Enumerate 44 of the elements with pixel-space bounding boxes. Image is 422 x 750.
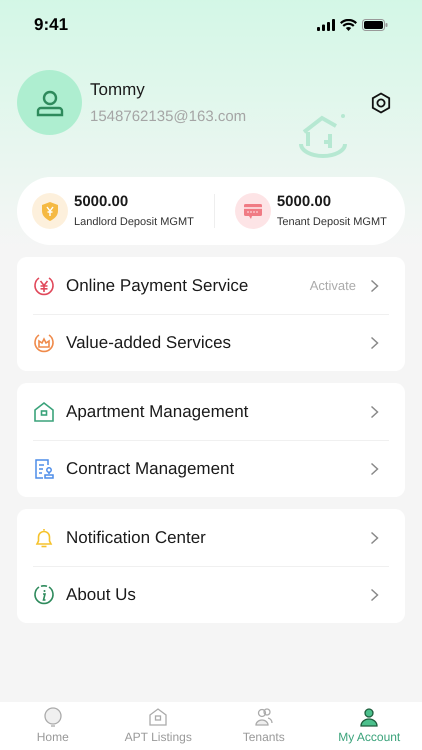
bell-icon — [33, 526, 55, 548]
menu-label: Contract Management — [66, 458, 236, 480]
shield-icon — [32, 193, 68, 229]
chevron-right-icon — [370, 588, 379, 602]
chevron-right-icon — [370, 530, 379, 544]
menu-item[interactable]: Value-added Services — [33, 314, 389, 371]
menu-label: About Us — [66, 584, 137, 606]
card-icon — [234, 193, 271, 229]
yen-icon — [33, 274, 55, 296]
house-logo-icon — [298, 112, 350, 158]
house-icon — [33, 400, 55, 422]
crown-icon — [33, 332, 55, 354]
menu-item[interactable]: Online Payment Service Activate — [33, 257, 389, 314]
chevron-right-icon — [370, 336, 379, 350]
menu-label: Notification Center — [66, 526, 207, 549]
house-icon — [148, 707, 168, 727]
deposit-label: Landlord Deposit MGMT — [74, 215, 194, 230]
menu-item[interactable]: Apartment Management — [33, 383, 389, 440]
settings-icon[interactable] — [370, 92, 392, 114]
menu-value: Activate — [310, 276, 356, 295]
info-icon — [33, 584, 55, 606]
wifi-icon — [340, 19, 357, 31]
people-icon — [254, 707, 274, 727]
user-name: Tommy — [90, 79, 146, 101]
deposit-amount: 5000.00 — [74, 192, 130, 211]
bulb-icon — [42, 707, 63, 727]
deposit-label: Tenant Deposit MGMT — [276, 215, 387, 230]
document-icon — [33, 458, 55, 480]
chevron-right-icon — [370, 404, 379, 418]
menu-label: Apartment Management — [66, 400, 250, 423]
person-icon — [359, 707, 380, 727]
menu-item[interactable]: Notification Center — [33, 509, 389, 566]
chevron-right-icon — [370, 462, 379, 476]
menu-item[interactable]: About Us — [33, 566, 389, 623]
user-email: 1548762135@163.com — [90, 107, 246, 127]
status-time: 9:41 — [34, 14, 68, 36]
deposit-amount: 5000.00 — [276, 192, 332, 211]
menu-label: Online Payment Service — [66, 274, 250, 297]
battery-icon — [362, 19, 388, 31]
chevron-right-icon — [370, 278, 379, 292]
signal-icon — [317, 19, 335, 31]
person-icon — [36, 88, 64, 116]
menu-item[interactable]: Contract Management — [33, 440, 389, 497]
menu-label: Value-added Services — [66, 332, 232, 354]
